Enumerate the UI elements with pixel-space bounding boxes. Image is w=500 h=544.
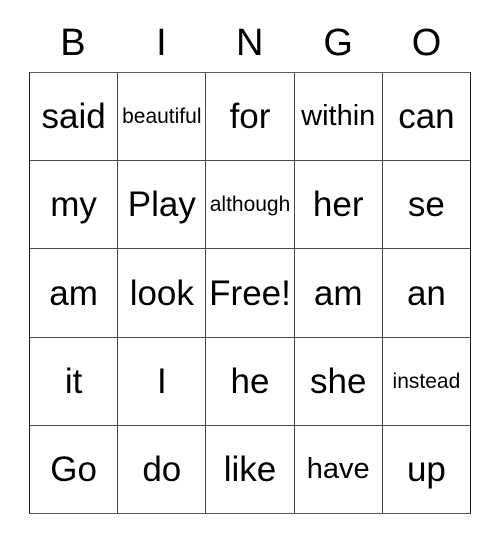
bingo-cell-i5[interactable]: do	[117, 425, 206, 514]
bingo-cell-free-space[interactable]: Free!	[205, 249, 294, 337]
bingo-cell-label: for	[229, 97, 271, 137]
bingo-cell-o3[interactable]: an	[381, 249, 471, 337]
bingo-cell-g5[interactable]: have	[293, 425, 382, 514]
bingo-cell-label: beautiful	[122, 105, 202, 129]
bingo-cell-n4[interactable]: he	[205, 337, 294, 425]
bingo-cell-label: look	[129, 273, 194, 313]
bingo-header-letter-n: N	[236, 22, 264, 64]
bingo-cell-g1[interactable]: within	[293, 73, 382, 161]
bingo-card: B I N G O said beautiful for within can …	[29, 14, 471, 514]
bingo-cell-o2[interactable]: se	[381, 161, 471, 249]
bingo-cell-label: although	[209, 193, 291, 217]
bingo-header-letter-o: O	[411, 22, 442, 64]
bingo-cell-label: my	[50, 185, 97, 225]
bingo-cell-label: her	[312, 185, 364, 225]
bingo-cell-label: he	[230, 361, 270, 401]
bingo-row-2: my Play although her se	[30, 160, 471, 249]
bingo-cell-i4[interactable]: I	[117, 337, 206, 425]
bingo-cell-label: she	[309, 361, 367, 401]
bingo-cell-o1[interactable]: can	[381, 73, 471, 161]
bingo-grid: said beautiful for within can my Play al…	[29, 72, 471, 514]
bingo-cell-n2[interactable]: although	[205, 161, 294, 249]
bingo-free-space-label: Free!	[209, 273, 291, 313]
bingo-cell-n1[interactable]: for	[205, 73, 294, 161]
bingo-cell-label: said	[41, 97, 106, 137]
bingo-cell-label: instead	[392, 369, 461, 393]
bingo-cell-label: Play	[127, 185, 196, 225]
bingo-cell-label: have	[306, 452, 370, 485]
bingo-cell-label: it	[64, 361, 83, 401]
bingo-cell-g2[interactable]: her	[293, 161, 382, 249]
bingo-row-1: said beautiful for within can	[30, 73, 471, 161]
bingo-cell-label: Go	[50, 449, 97, 489]
bingo-row-5: Go do like have up	[30, 424, 471, 514]
bingo-cell-label: within	[301, 100, 376, 133]
bingo-cell-g4[interactable]: she	[293, 337, 382, 425]
bingo-cell-label: I	[156, 361, 167, 401]
bingo-cell-g3[interactable]: am	[293, 249, 382, 337]
bingo-cell-label: can	[398, 97, 455, 137]
bingo-cell-label: do	[142, 449, 182, 489]
bingo-cell-i1[interactable]: beautiful	[117, 73, 206, 161]
bingo-header-letter-b: B	[60, 22, 87, 64]
bingo-header-letter-i: I	[156, 22, 168, 64]
bingo-cell-label: an	[406, 273, 446, 313]
bingo-row-4: it I he she instead	[30, 336, 471, 425]
bingo-cell-b2[interactable]: my	[30, 161, 118, 249]
bingo-cell-n5[interactable]: like	[205, 425, 294, 514]
bingo-cell-b5[interactable]: Go	[30, 425, 118, 514]
bingo-header-row: B I N G O	[29, 14, 471, 72]
bingo-cell-b4[interactable]: it	[30, 337, 118, 425]
bingo-cell-label: se	[407, 185, 445, 225]
bingo-cell-i2[interactable]: Play	[117, 161, 206, 249]
bingo-cell-label: like	[223, 449, 277, 489]
bingo-cell-i3[interactable]: look	[117, 249, 206, 337]
bingo-header-letter-g: G	[323, 22, 354, 64]
bingo-row-3: am look Free! am an	[30, 248, 471, 337]
bingo-cell-o5[interactable]: up	[381, 425, 471, 514]
bingo-cell-label: am	[49, 273, 98, 313]
bingo-cell-b3[interactable]: am	[30, 249, 118, 337]
bingo-cell-label: am	[313, 273, 363, 313]
bingo-cell-label: up	[406, 449, 446, 489]
bingo-cell-b1[interactable]: said	[30, 73, 118, 161]
bingo-cell-o4[interactable]: instead	[381, 337, 471, 425]
